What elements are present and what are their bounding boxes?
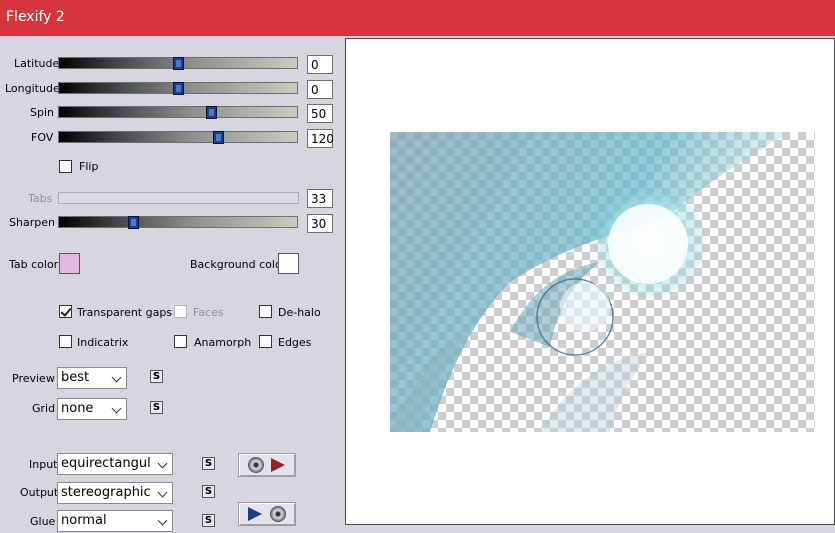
- glue-select[interactable]: normal: [57, 510, 173, 532]
- de-halo-checkbox[interactable]: [259, 305, 272, 318]
- grid-label: Grid: [32, 402, 56, 415]
- chevron-down-icon: [111, 403, 122, 414]
- input-label: Input: [29, 458, 58, 471]
- spin-slider-thumb[interactable]: [206, 106, 217, 119]
- background-color-swatch[interactable]: [278, 253, 299, 274]
- latitude-label: Latitude: [14, 57, 60, 70]
- input-preset-button[interactable]: [238, 453, 296, 477]
- flip-label: Flip: [79, 160, 99, 173]
- title-bar: Flexify 2: [0, 0, 835, 36]
- spin-value-field[interactable]: 50: [307, 104, 333, 123]
- spin-slider[interactable]: [58, 106, 298, 119]
- output-select-value: stereographic: [61, 485, 150, 500]
- preview-label: Preview: [12, 372, 55, 385]
- flip-checkbox[interactable]: [59, 160, 72, 173]
- fov-label: FOV: [31, 131, 54, 144]
- fov-value-field[interactable]: 120: [307, 129, 334, 148]
- output-lock-button[interactable]: S: [202, 485, 215, 498]
- latitude-slider-thumb[interactable]: [173, 57, 184, 70]
- tabs-label: Tabs: [28, 192, 53, 205]
- output-label: Output: [20, 486, 59, 499]
- grid-lock-button[interactable]: S: [150, 401, 163, 414]
- input-select[interactable]: equirectangular: [57, 453, 173, 475]
- transparent-gaps-checkbox[interactable]: [59, 305, 72, 318]
- faces-checkbox: [174, 305, 187, 318]
- play-icon: [271, 458, 285, 472]
- fov-slider[interactable]: [58, 131, 298, 144]
- output-preset-button[interactable]: [238, 502, 296, 526]
- edges-checkbox[interactable]: [259, 335, 272, 348]
- preview-image: [390, 132, 815, 432]
- chevron-down-icon: [157, 515, 168, 526]
- grid-select[interactable]: none: [57, 398, 127, 420]
- tab-color-swatch[interactable]: [59, 253, 80, 274]
- transparent-gaps-label: Transparent gaps: [77, 306, 173, 319]
- spin-label: Spin: [30, 106, 54, 119]
- indicatrix-label: Indicatrix: [77, 336, 129, 349]
- play-icon: [248, 507, 262, 521]
- sharpen-slider-thumb[interactable]: [128, 216, 139, 229]
- window-title: Flexify 2: [6, 9, 65, 25]
- indicatrix-checkbox[interactable]: [59, 335, 72, 348]
- glue-lock-button[interactable]: S: [202, 514, 215, 527]
- chevron-down-icon: [111, 372, 122, 383]
- sharpen-slider[interactable]: [58, 216, 298, 229]
- latitude-value-field[interactable]: 0: [307, 55, 333, 74]
- de-halo-label: De-halo: [278, 306, 321, 319]
- preview-select-value: best: [61, 370, 90, 385]
- edges-label: Edges: [278, 336, 312, 349]
- longitude-slider[interactable]: [58, 82, 298, 95]
- output-select[interactable]: stereographic: [57, 482, 173, 504]
- longitude-label: Longitude: [5, 82, 60, 95]
- sharpen-label: Sharpen: [9, 216, 55, 229]
- anamorph-checkbox[interactable]: [174, 335, 187, 348]
- glue-select-value: normal: [61, 513, 107, 528]
- disc-icon: [248, 457, 264, 473]
- input-select-value: equirectangular: [61, 456, 150, 471]
- longitude-slider-thumb[interactable]: [173, 82, 184, 95]
- longitude-value-field[interactable]: 0: [307, 80, 333, 99]
- tabs-slider: [58, 192, 299, 204]
- preview-pane[interactable]: [345, 38, 835, 525]
- disc-icon: [270, 506, 286, 522]
- tabs-value-field: 33: [307, 189, 333, 208]
- latitude-slider[interactable]: [58, 57, 298, 70]
- faces-label: Faces: [193, 306, 224, 319]
- grid-select-value: none: [61, 401, 94, 416]
- glue-label: Glue: [30, 515, 56, 528]
- chevron-down-icon: [157, 458, 168, 469]
- input-lock-button[interactable]: S: [202, 457, 215, 470]
- tab-color-label: Tab color: [9, 258, 59, 271]
- preview-lock-button[interactable]: S: [150, 370, 163, 383]
- sharpen-value-field[interactable]: 30: [307, 214, 333, 233]
- preview-select[interactable]: best: [57, 367, 127, 389]
- fov-slider-thumb[interactable]: [213, 131, 224, 144]
- settings-panel: Latitude 0 Longitude 0 Spin 50 FOV 120 F…: [0, 36, 345, 533]
- chevron-down-icon: [157, 487, 168, 498]
- stereographic-render: [390, 132, 790, 432]
- anamorph-label: Anamorph: [194, 336, 252, 349]
- background-color-label: Background color: [190, 258, 287, 271]
